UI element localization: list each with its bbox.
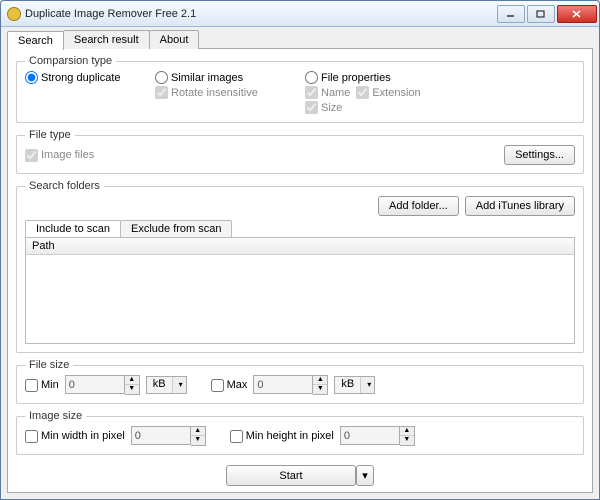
check-name: Name — [305, 86, 350, 99]
radio-file-properties[interactable]: File properties — [305, 71, 575, 84]
folder-list-body[interactable] — [26, 255, 574, 343]
check-size: Size — [305, 101, 575, 114]
spinner-up-icon[interactable]: ▲ — [191, 427, 205, 436]
spinner-up-icon[interactable]: ▲ — [125, 376, 139, 385]
window-title: Duplicate Image Remover Free 2.1 — [25, 8, 495, 20]
image-size-legend: Image size — [25, 410, 86, 422]
check-extension: Extension — [356, 86, 420, 99]
spinner-down-icon[interactable]: ▼ — [400, 436, 414, 445]
min-size-spinner[interactable]: ▲▼ — [65, 375, 140, 395]
tab-search-result[interactable]: Search result — [63, 30, 150, 49]
app-window: Duplicate Image Remover Free 2.1 Search … — [0, 0, 600, 500]
comparison-legend: Comparsion type — [25, 55, 116, 67]
close-button[interactable] — [557, 5, 597, 23]
check-size-input — [305, 101, 318, 114]
radio-fileprops-input[interactable] — [305, 71, 318, 84]
add-itunes-button[interactable]: Add iTunes library — [465, 196, 575, 216]
check-name-input — [305, 86, 318, 99]
spinner-up-icon[interactable]: ▲ — [313, 376, 327, 385]
min-height-spinner[interactable]: ▲▼ — [340, 426, 415, 446]
min-size-input[interactable] — [65, 375, 125, 394]
app-icon — [7, 7, 21, 21]
file-size-group: File size Min ▲▼ kB ▾ — [16, 359, 584, 404]
start-button[interactable]: Start — [226, 465, 356, 486]
min-height-input[interactable] — [340, 426, 400, 445]
max-size-input[interactable] — [253, 375, 313, 394]
min-width-spinner[interactable]: ▲▼ — [131, 426, 206, 446]
min-size-unit[interactable]: kB ▾ — [146, 376, 187, 394]
check-min-width-input[interactable] — [25, 430, 38, 443]
comparison-type-group: Comparsion type Strong duplicate Similar… — [16, 55, 584, 123]
tab-about[interactable]: About — [149, 30, 200, 49]
minimize-button[interactable] — [497, 5, 525, 23]
check-min-height-input[interactable] — [230, 430, 243, 443]
check-extension-input — [356, 86, 369, 99]
min-width-input[interactable] — [131, 426, 191, 445]
check-max-size-input[interactable] — [211, 379, 224, 392]
folder-list[interactable]: Path — [25, 237, 575, 344]
search-panel: Comparsion type Strong duplicate Similar… — [7, 48, 593, 493]
radio-similar-images[interactable]: Similar images — [155, 71, 305, 84]
check-image-files-input — [25, 149, 38, 162]
file-type-legend: File type — [25, 129, 75, 141]
spinner-down-icon[interactable]: ▼ — [313, 385, 327, 394]
main-tabs: Search Search result About — [7, 30, 593, 49]
tab-search[interactable]: Search — [7, 31, 64, 50]
max-size-unit[interactable]: kB ▾ — [334, 376, 375, 394]
titlebar[interactable]: Duplicate Image Remover Free 2.1 — [1, 1, 599, 27]
check-min-size[interactable]: Min — [25, 379, 59, 392]
chevron-down-icon[interactable]: ▾ — [360, 377, 374, 393]
max-size-spinner[interactable]: ▲▼ — [253, 375, 328, 395]
check-min-height[interactable]: Min height in pixel — [230, 430, 334, 443]
file-size-legend: File size — [25, 359, 73, 371]
check-rotate-input — [155, 86, 168, 99]
check-image-files: Image files — [25, 149, 94, 162]
spinner-up-icon[interactable]: ▲ — [400, 427, 414, 436]
spinner-down-icon[interactable]: ▼ — [191, 436, 205, 445]
check-rotate-insensitive: Rotate insensitive — [155, 86, 305, 99]
maximize-button[interactable] — [527, 5, 555, 23]
subtab-include[interactable]: Include to scan — [25, 220, 121, 237]
image-size-group: Image size Min width in pixel ▲▼ Min hei… — [16, 410, 584, 455]
content-area: Search Search result About Comparsion ty… — [1, 27, 599, 499]
file-type-group: File type Image files Settings... — [16, 129, 584, 174]
radio-strong-duplicate[interactable]: Strong duplicate — [25, 71, 155, 84]
check-min-size-input[interactable] — [25, 379, 38, 392]
column-path[interactable]: Path — [26, 238, 574, 255]
radio-similar-input[interactable] — [155, 71, 168, 84]
add-folder-button[interactable]: Add folder... — [378, 196, 459, 216]
check-min-width[interactable]: Min width in pixel — [25, 430, 125, 443]
check-max-size[interactable]: Max — [211, 379, 248, 392]
spinner-down-icon[interactable]: ▼ — [125, 385, 139, 394]
start-dropdown-button[interactable]: ▾ — [356, 465, 374, 486]
radio-strong-input[interactable] — [25, 71, 38, 84]
search-folders-legend: Search folders — [25, 180, 104, 192]
chevron-down-icon[interactable]: ▾ — [172, 377, 186, 393]
chevron-down-icon: ▾ — [362, 469, 368, 482]
settings-button[interactable]: Settings... — [504, 145, 575, 165]
subtab-exclude[interactable]: Exclude from scan — [120, 220, 232, 237]
search-folders-group: Search folders Add folder... Add iTunes … — [16, 180, 584, 353]
